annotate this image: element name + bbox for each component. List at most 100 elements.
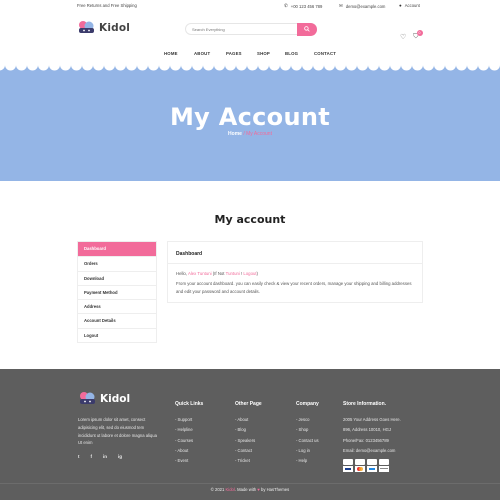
footer-link[interactable]: - Event bbox=[175, 457, 203, 467]
footer-link[interactable]: - Speakers bbox=[235, 437, 262, 447]
other-page-title: Other Page bbox=[235, 401, 262, 407]
copyright: © 2021 Kidol. Made with ♥ by HasThemes bbox=[0, 487, 500, 492]
scallop-edge bbox=[0, 62, 500, 71]
search-icon bbox=[304, 26, 310, 32]
account-label: Account bbox=[404, 3, 420, 8]
footer-about: Lorem ipsum dolor sit amet, consect adip… bbox=[78, 417, 157, 446]
paypal-icon bbox=[367, 459, 377, 473]
nav-about[interactable]: ABOUT bbox=[194, 46, 210, 56]
nav-pages[interactable]: PAGES bbox=[226, 46, 242, 56]
wishlist-icon[interactable]: ♡ bbox=[400, 33, 406, 41]
logout-link[interactable]: Logout bbox=[242, 271, 256, 276]
menu-orders[interactable]: Orders bbox=[78, 256, 156, 270]
footer-link[interactable]: - Contact bbox=[235, 447, 262, 457]
store-email: Email: demo@example.com bbox=[343, 447, 396, 453]
greeting-mid: (If Not bbox=[211, 271, 226, 276]
store-address: 2005 Your Address Goes Here. bbox=[343, 417, 401, 422]
site-header: Kidol ♡ ⛉ 0 bbox=[0, 12, 500, 46]
footer-divider bbox=[0, 483, 500, 484]
twitter-icon[interactable]: t bbox=[78, 454, 80, 459]
header-icons: ♡ ⛉ 0 bbox=[400, 30, 423, 41]
cart-count-badge: 0 bbox=[416, 30, 423, 36]
social-links: t f in ig bbox=[78, 454, 122, 459]
site-logo[interactable]: Kidol bbox=[77, 20, 130, 35]
mail-icon: ✉ bbox=[339, 3, 343, 8]
facebook-icon[interactable]: f bbox=[91, 454, 93, 459]
payment-methods bbox=[343, 459, 401, 473]
copyright-prefix: © 2021 bbox=[210, 487, 226, 492]
footer-link[interactable]: - Contact us bbox=[296, 437, 319, 447]
phone-number: +00 123 456 789 bbox=[290, 3, 323, 9]
logo-icon bbox=[80, 392, 95, 404]
footer-store-info: Store Information. 2005 Your Address Goe… bbox=[343, 401, 401, 473]
footer-link[interactable]: - Courses bbox=[175, 437, 203, 447]
greeting: Hello, Alex Tuntuni (If Not Tuntuni ! Lo… bbox=[176, 271, 258, 276]
page-title: My Account bbox=[169, 103, 331, 131]
menu-payment-method[interactable]: Payment Method bbox=[78, 284, 156, 299]
shipping-notice: Free Returns and Free Shipping bbox=[77, 3, 137, 8]
menu-address[interactable]: Address bbox=[78, 299, 156, 313]
footer-link[interactable]: - About bbox=[235, 416, 262, 426]
nav-home[interactable]: HOME bbox=[164, 46, 178, 56]
logo-icon bbox=[79, 21, 94, 33]
footer-logo[interactable]: Kidol bbox=[78, 391, 130, 406]
dashboard-panel: Dashboard Hello, Alex Tuntuni (If Not Tu… bbox=[167, 241, 423, 303]
user-icon: ● bbox=[399, 3, 402, 8]
account-title: My account bbox=[214, 213, 286, 226]
store-phone: Phone/Fax: 0123456789 bbox=[343, 437, 389, 443]
instagram-icon[interactable]: ig bbox=[118, 454, 122, 459]
menu-account-details[interactable]: Account Details bbox=[78, 313, 156, 327]
account-link[interactable]: ● Account bbox=[399, 3, 420, 8]
store-info-title: Store Information. bbox=[343, 401, 387, 407]
footer-brand: Kidol bbox=[100, 392, 131, 405]
search-input[interactable] bbox=[186, 24, 298, 35]
quick-links-title: Quick Links bbox=[175, 401, 204, 407]
footer-link[interactable]: - Blog bbox=[235, 426, 262, 436]
copyright-suffix: by HasThemes bbox=[259, 487, 290, 492]
footer-link[interactable]: - About bbox=[175, 447, 203, 457]
user-name: Alex Tuntuni bbox=[187, 271, 212, 276]
phone-contact[interactable]: ✆ +00 123 456 789 bbox=[284, 3, 322, 9]
visa-icon bbox=[343, 459, 353, 473]
brand-name: Kidol bbox=[99, 21, 131, 34]
footer-link[interactable]: - Support bbox=[175, 416, 203, 426]
footer-link[interactable]: - Jesco bbox=[296, 416, 319, 426]
user-name-alt: Tuntuni bbox=[225, 271, 240, 276]
footer-company: Company - Jesco - Shop - Contact us - Lo… bbox=[296, 401, 319, 467]
menu-logout[interactable]: Logout bbox=[78, 327, 156, 342]
menu-download[interactable]: Download bbox=[78, 270, 156, 285]
company-title: Company bbox=[296, 401, 319, 407]
greeting-prefix: Hello, bbox=[176, 271, 188, 276]
top-bar: Free Returns and Free Shipping ✆ +00 123… bbox=[0, 0, 500, 12]
panel-title: Dashboard bbox=[176, 251, 203, 257]
scallop-shape bbox=[0, 62, 500, 71]
greeting-suffix: ) bbox=[256, 271, 258, 276]
breadcrumb-home[interactable]: Home bbox=[228, 131, 242, 137]
panel-divider bbox=[168, 263, 422, 264]
account-menu: Dashboard Orders Download Payment Method… bbox=[77, 241, 157, 344]
dashboard-description: From your account dashboard. you can eas… bbox=[176, 281, 412, 294]
phone-icon: ✆ bbox=[284, 3, 288, 8]
email-contact[interactable]: ✉ demo@example.com bbox=[339, 3, 385, 9]
site-footer: Kidol Lorem ipsum dolor sit amet, consec… bbox=[0, 369, 500, 500]
cart-button[interactable]: ⛉ 0 bbox=[413, 30, 423, 41]
copyright-brand[interactable]: Kidol bbox=[226, 487, 235, 492]
nav-blog[interactable]: BLOG bbox=[285, 46, 298, 56]
copyright-mid: . Made with bbox=[234, 487, 258, 492]
footer-link[interactable]: - Tricket bbox=[235, 457, 262, 467]
nav-shop[interactable]: SHOP bbox=[257, 46, 270, 56]
footer-link[interactable]: - Help bbox=[296, 457, 319, 467]
breadcrumb: Home / My Account bbox=[0, 131, 500, 137]
footer-link[interactable]: - Log in bbox=[296, 447, 319, 457]
search-button[interactable] bbox=[297, 23, 317, 36]
card-icon bbox=[379, 459, 389, 473]
search-bar bbox=[185, 23, 317, 36]
nav-contact[interactable]: CONTACT bbox=[314, 46, 336, 56]
email-address: demo@example.com bbox=[345, 3, 386, 9]
footer-quick-links: Quick Links - Support - Helpline - Cours… bbox=[175, 401, 203, 467]
footer-link[interactable]: - Helpline bbox=[175, 426, 203, 436]
footer-link[interactable]: - Shop bbox=[296, 426, 319, 436]
linkedin-icon[interactable]: in bbox=[103, 454, 107, 459]
menu-dashboard[interactable]: Dashboard bbox=[78, 242, 156, 257]
mastercard-icon bbox=[355, 459, 365, 473]
